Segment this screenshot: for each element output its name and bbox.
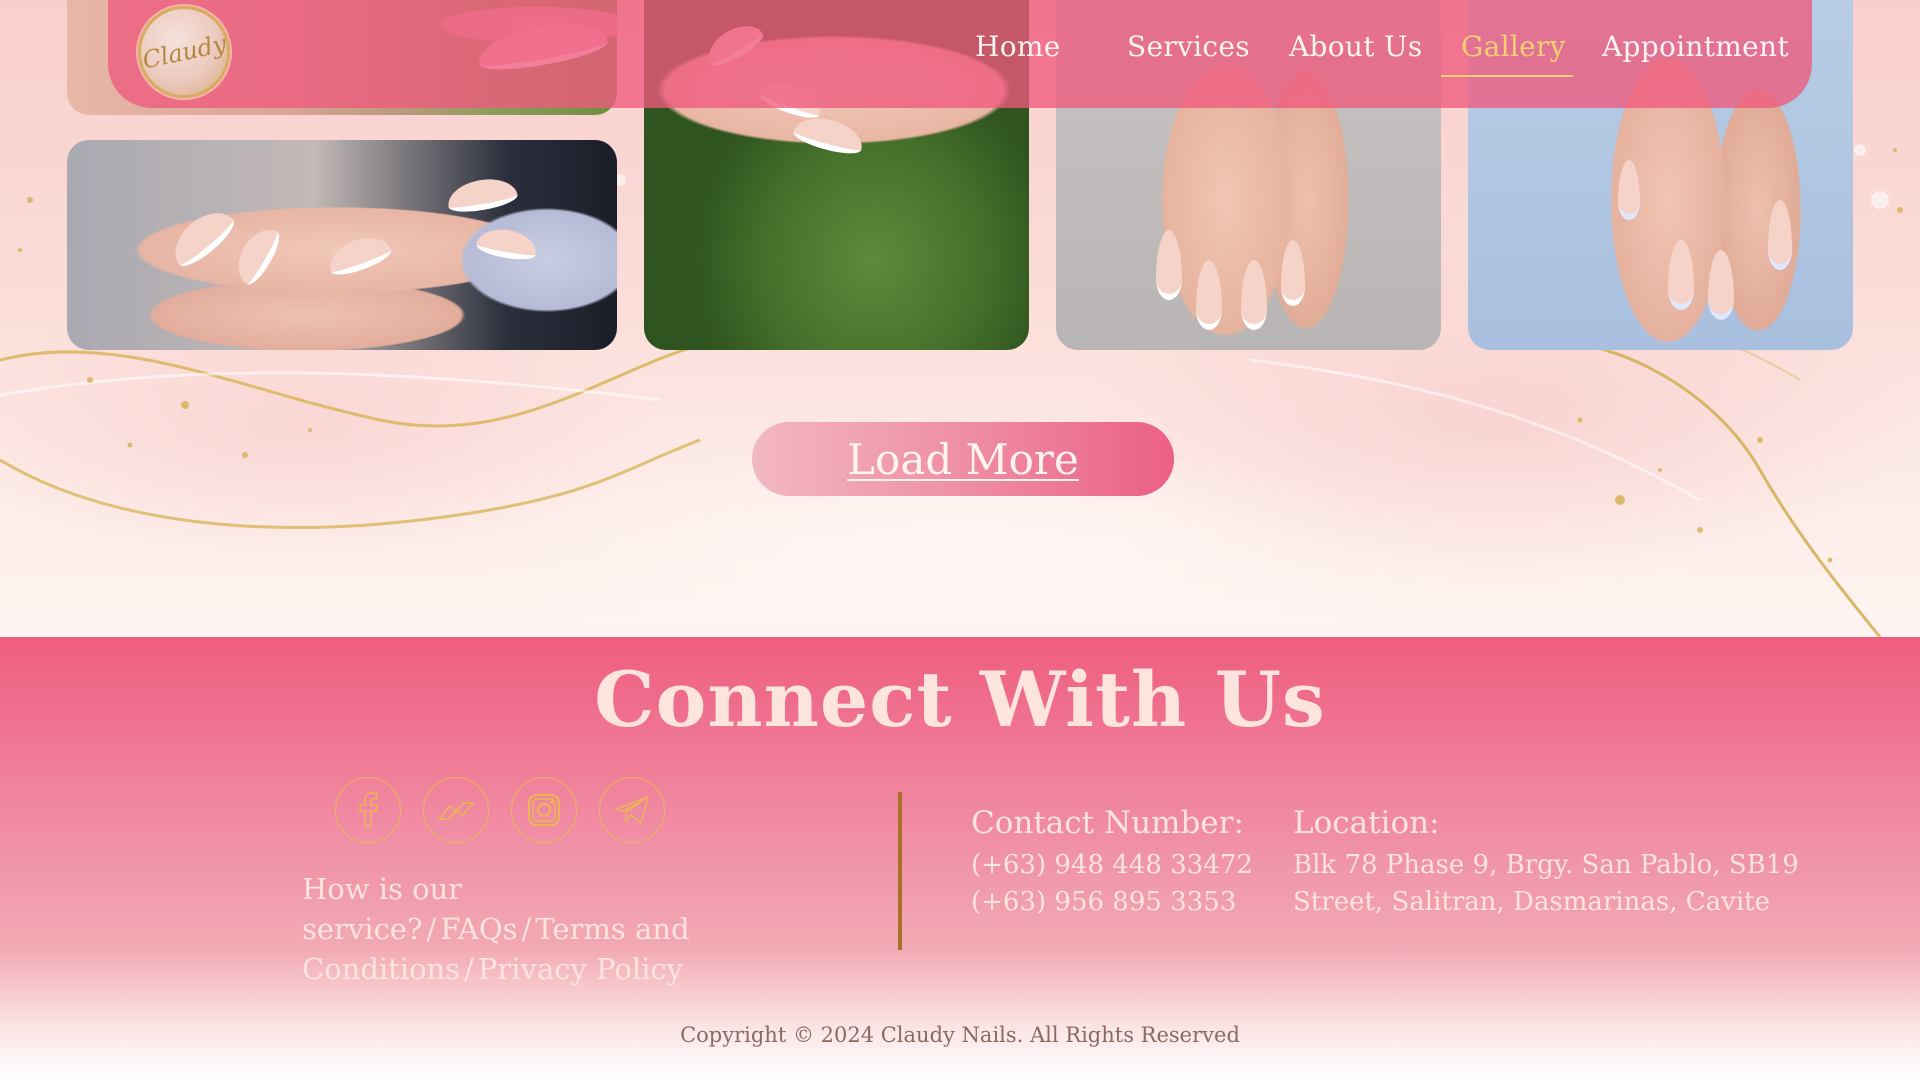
nav-services[interactable]: Services <box>1127 30 1250 63</box>
footer-links: How is our service? / FAQs / Terms and Condi… <box>302 869 772 989</box>
facebook-link[interactable] <box>335 777 401 843</box>
link-separator: / <box>426 912 437 946</box>
link-separator: / <box>521 912 532 946</box>
telegram-icon <box>615 796 649 824</box>
nav-active-underline <box>1441 75 1573 77</box>
footer: Connect With Us How is our service? / FA… <box>0 637 1920 1080</box>
load-more-label: Load More <box>847 434 1079 484</box>
gallery-photo[interactable] <box>67 140 617 350</box>
logo-wordmark: Claudy <box>139 29 229 75</box>
brand-logo[interactable]: Claudy <box>138 6 230 98</box>
top-navbar: Claudy Home Services About Us Gallery Ap… <box>108 0 1812 108</box>
privacy-policy-link[interactable]: Privacy Policy <box>478 952 683 986</box>
contact-phone[interactable]: (+63) 956 895 3353 <box>971 887 1236 917</box>
contact-heading: Contact Number: <box>971 805 1244 841</box>
location-address-line: Street, Salitran, Dasmarinas, Cavite <box>1293 887 1770 917</box>
nav-appointment[interactable]: Appointment <box>1602 30 1789 63</box>
location-heading: Location: <box>1293 805 1440 841</box>
contact-phone[interactable]: (+63) 948 448 33472 <box>971 850 1253 880</box>
copyright-text: Copyright © 2024 Claudy Nails. All Right… <box>680 1023 1240 1047</box>
messenger-icon <box>438 802 474 820</box>
location-address-line: Blk 78 Phase 9, Brgy. San Pablo, SB19 <box>1293 850 1799 880</box>
messenger-link[interactable] <box>423 777 489 843</box>
nav-gallery[interactable]: Gallery <box>1461 30 1566 63</box>
footer-divider <box>898 792 902 950</box>
telegram-link[interactable] <box>599 777 665 843</box>
facebook-icon <box>359 792 378 827</box>
instagram-icon <box>528 794 560 826</box>
load-more-button[interactable]: Load More <box>752 422 1174 496</box>
social-links <box>335 777 665 843</box>
instagram-link[interactable] <box>511 777 577 843</box>
footer-title: Connect With Us <box>594 655 1326 744</box>
nav-home[interactable]: Home <box>975 30 1061 63</box>
nav-about-us[interactable]: About Us <box>1289 30 1423 63</box>
faqs-link[interactable]: FAQs <box>440 912 517 946</box>
link-separator: / <box>464 952 474 986</box>
